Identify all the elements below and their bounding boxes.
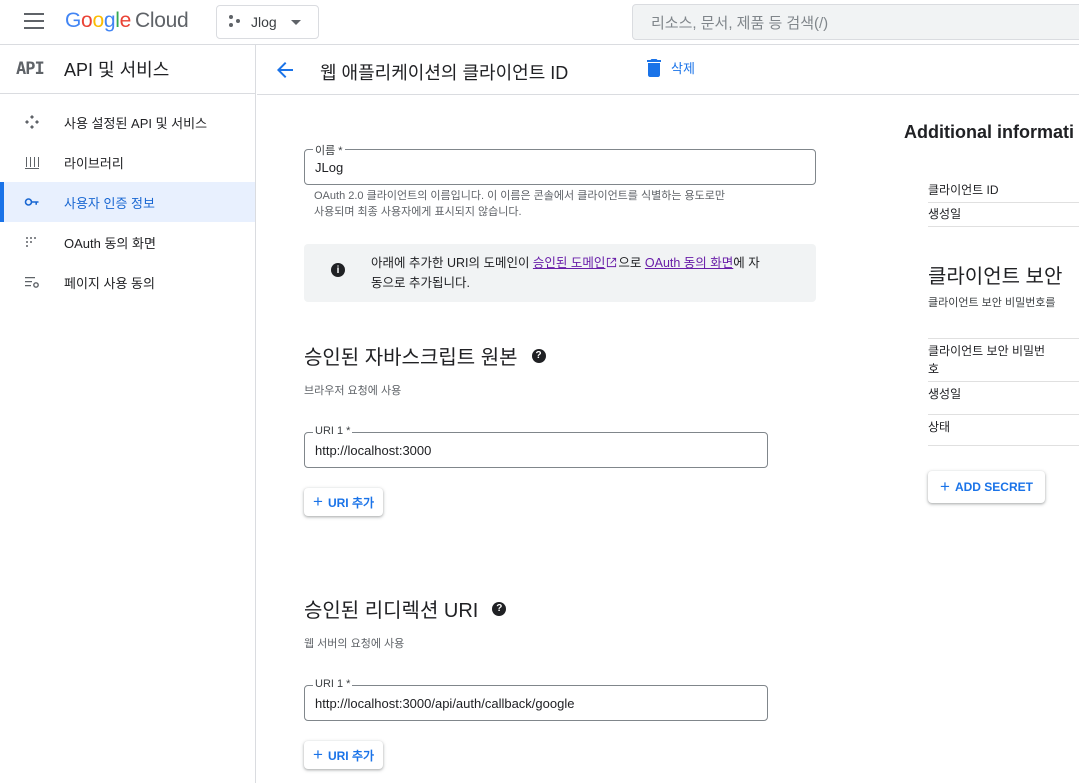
page-title: 웹 애플리케이션의 클라이언트 ID: [320, 63, 569, 83]
additional-info-title: Additional informati: [904, 122, 1074, 142]
delete-button[interactable]: 삭제: [647, 58, 695, 77]
plus-icon: +: [940, 477, 950, 496]
client-secret-row: 클라이언트 보안 비밀번 호: [928, 342, 1079, 382]
sidebar-item-page-usage[interactable]: 페이지 사용 동의: [0, 262, 255, 302]
redirect-uri-field[interactable]: URI 1 * http://localhost:3000/api/auth/c…: [304, 678, 768, 721]
js-origins-subtitle: 브라우저 요청에 사용: [304, 385, 402, 397]
redirect-uri-value: http://localhost:3000/api/auth/callback/…: [315, 695, 575, 711]
page-root: Google Cloud Jlog 리소스, 문서, 제품 등 검색(/) API…: [0, 0, 1079, 783]
sidebar-item-label: 사용자 인증 정보: [64, 195, 155, 211]
page-header: 웹 애플리케이션의 클라이언트 ID 삭제: [257, 45, 1079, 95]
sidebar-item-enabled-apis[interactable]: 사용 설정된 API 및 서비스: [0, 102, 255, 142]
client-secrets-subtitle: 클라이언트 보안 비밀번호를: [928, 297, 1056, 309]
client-id-row: 클라이언트 ID: [928, 181, 1079, 203]
sidebar-header: API API 및 서비스: [0, 45, 255, 94]
name-hint: OAuth 2.0 클라이언트의 이름입니다. 이 이름은 콘솔에서 클라이언트…: [314, 190, 725, 218]
delete-label: 삭제: [671, 61, 695, 76]
client-secrets-title: 클라이언트 보안: [928, 266, 1063, 288]
project-icon: [229, 15, 243, 29]
main-menu-icon[interactable]: [24, 13, 44, 29]
name-field-value: JLog: [315, 159, 344, 175]
project-name: Jlog: [251, 14, 277, 30]
js-origins-title: 승인된 자바스크립트 원본 ?: [304, 341, 546, 370]
sidebar: API API 및 서비스 사용 설정된 API 및 서비스 라이브러리 사용자…: [0, 45, 256, 783]
external-link-icon: [607, 257, 617, 268]
sidebar-item-label: 라이브러리: [64, 155, 124, 171]
add-js-origin-uri-button[interactable]: + URI 추가: [304, 488, 384, 516]
add-secret-button[interactable]: + ADD SECRET: [928, 471, 1045, 503]
key-icon: [24, 194, 40, 210]
sidebar-item-label: 사용 설정된 API 및 서비스: [64, 115, 208, 131]
js-origin-uri-label: URI 1 *: [313, 425, 353, 437]
secret-created-row: 생성일: [928, 385, 1079, 415]
info-banner: i 아래에 추가한 URI의 도메인이 승인된 도메인 으로 OAuth 동의 화…: [304, 244, 816, 302]
redirect-uris-title: 승인된 리디렉션 URI ?: [304, 594, 507, 623]
name-field-label: 이름 *: [313, 142, 345, 158]
secret-status-row: 상태: [928, 418, 1079, 446]
js-origin-uri-value: http://localhost:3000: [315, 442, 432, 458]
sidebar-item-oauth-consent[interactable]: OAuth 동의 화면: [0, 222, 255, 262]
divider: [928, 338, 1079, 339]
trash-icon: [647, 58, 661, 77]
api-icon: API: [16, 59, 45, 79]
project-selector[interactable]: Jlog: [216, 5, 319, 39]
info-icon: i: [331, 263, 345, 277]
info-text: 아래에 추가한 URI의 도메인이 승인된 도메인 으로 OAuth 동의 화면에…: [371, 256, 760, 290]
redirect-uri-label: URI 1 *: [313, 678, 353, 690]
sidebar-item-label: OAuth 동의 화면: [64, 235, 156, 251]
chevron-down-icon: [290, 19, 301, 25]
help-icon[interactable]: ?: [531, 348, 546, 363]
add-redirect-uri-button[interactable]: + URI 추가: [304, 741, 384, 769]
search-input[interactable]: 리소스, 문서, 제품 등 검색(/): [632, 4, 1079, 40]
oauth-consent-icon: [24, 234, 40, 250]
authorized-domains-link[interactable]: 승인된 도메인: [533, 256, 605, 270]
page-usage-icon: [24, 274, 40, 290]
enabled-apis-icon: [24, 114, 40, 130]
sidebar-item-library[interactable]: 라이브러리: [0, 142, 255, 182]
top-bar: Google Cloud Jlog 리소스, 문서, 제품 등 검색(/): [0, 0, 1079, 45]
library-icon: [24, 154, 40, 170]
created-row: 생성일: [928, 205, 1079, 227]
js-origin-uri-field[interactable]: URI 1 * http://localhost:3000: [304, 425, 768, 468]
search-placeholder: 리소스, 문서, 제품 등 검색(/): [651, 14, 829, 32]
help-icon[interactable]: ?: [492, 601, 507, 616]
name-field[interactable]: 이름 * JLog: [304, 142, 816, 185]
redirect-uris-subtitle: 웹 서버의 요청에 사용: [304, 638, 405, 650]
oauth-consent-link[interactable]: OAuth 동의 화면: [645, 256, 733, 270]
plus-icon: +: [313, 745, 323, 764]
sidebar-item-credentials[interactable]: 사용자 인증 정보: [0, 182, 255, 222]
sidebar-title: API 및 서비스: [64, 60, 170, 80]
google-cloud-logo[interactable]: Google Cloud: [65, 9, 189, 33]
plus-icon: +: [313, 492, 323, 511]
sidebar-item-label: 페이지 사용 동의: [64, 275, 155, 291]
back-arrow-icon[interactable]: [273, 58, 297, 82]
